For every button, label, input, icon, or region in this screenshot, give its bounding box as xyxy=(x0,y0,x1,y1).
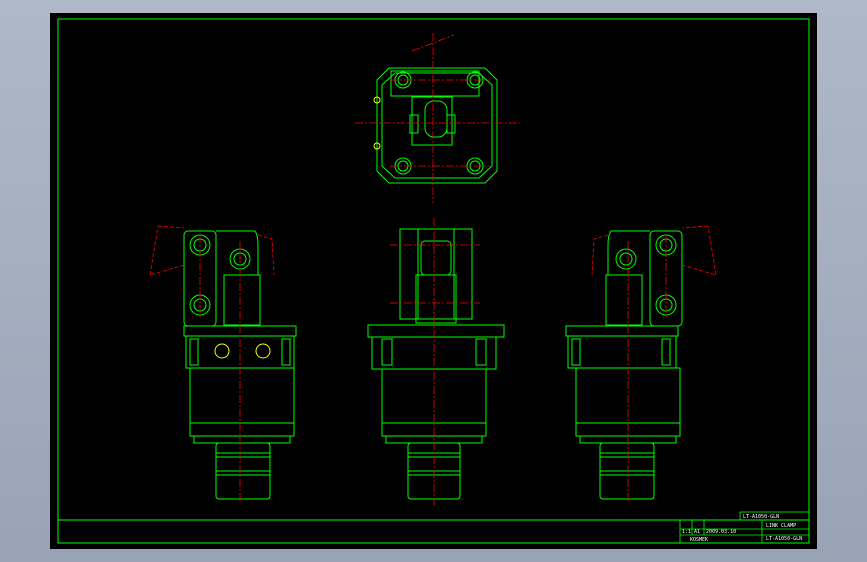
left-cylinder xyxy=(189,367,295,437)
right-flange xyxy=(565,325,679,337)
drawing-code-text: LT-A1050-GLN xyxy=(743,514,779,520)
drawing-frame xyxy=(57,18,810,544)
size-value: A1 xyxy=(694,529,700,535)
left-port-b xyxy=(255,343,271,359)
middle-link xyxy=(420,240,452,276)
left-front-view xyxy=(149,225,297,503)
right-rod xyxy=(605,274,643,326)
part-number-value: LT-A1050-GLN xyxy=(766,536,802,542)
part-name-value: LINK CLAMP xyxy=(766,523,796,529)
middle-flange xyxy=(367,324,505,338)
title-block-text: LT-A1050-GLN 1:1 A1 2009.03.10 LINK CLAM… xyxy=(682,514,802,543)
middle-centerlines xyxy=(390,218,480,508)
scale-value: 1:1 xyxy=(682,529,691,535)
company-logo: KOSMEK xyxy=(690,537,708,543)
middle-rod xyxy=(415,274,457,324)
right-body-upper xyxy=(567,335,677,369)
right-workpiece-hatch xyxy=(591,225,717,276)
top-view-inner-outline xyxy=(381,72,493,179)
top-view xyxy=(355,33,520,203)
middle-clevis xyxy=(399,228,473,320)
date-value: 2009.03.10 xyxy=(706,529,736,535)
middle-side-view xyxy=(367,218,505,508)
left-rod xyxy=(223,274,261,326)
left-port-a xyxy=(214,343,230,359)
outer-border xyxy=(57,18,810,544)
top-view-link xyxy=(424,100,448,138)
right-front-view xyxy=(565,225,717,503)
right-lever-pin xyxy=(615,248,637,270)
left-workpiece-hatch xyxy=(149,225,275,276)
cad-drawing: LT-A1050-GLN 1:1 A1 2009.03.10 LINK CLAM… xyxy=(57,18,810,544)
cad-viewport[interactable]: LT-A1050-GLN 1:1 A1 2009.03.10 LINK CLAM… xyxy=(50,13,817,549)
